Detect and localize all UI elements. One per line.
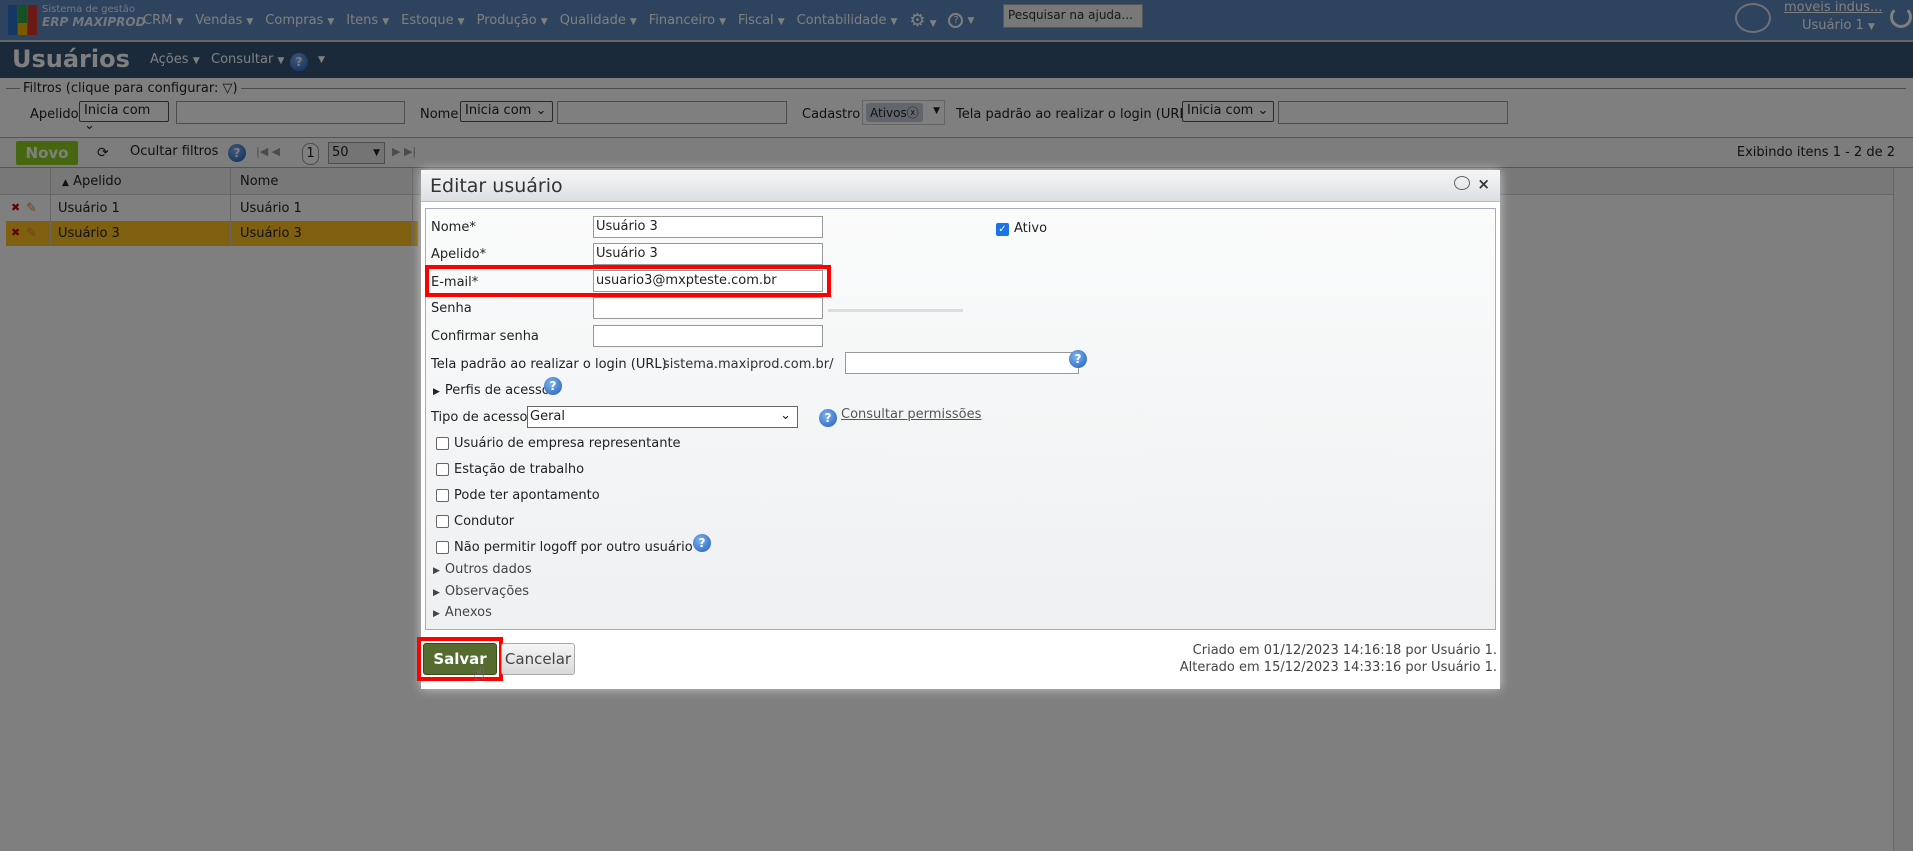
apelido-input[interactable]: Usuário 3: [593, 243, 823, 265]
caret-right-icon: ▶: [433, 387, 440, 397]
tipo-acesso-label: Tipo de acesso: [431, 410, 528, 425]
edit-user-dialog: Editar usuário × Nome* Usuário 3 Apelido…: [417, 170, 1500, 689]
section-label: Outros dados: [444, 562, 532, 577]
apelido-label: Apelido*: [431, 247, 487, 262]
section-observacoes[interactable]: ▶ Observações: [433, 584, 529, 599]
caret-right-icon: ▶: [433, 566, 440, 576]
checkbox-condutor[interactable]: [436, 515, 449, 528]
perfis-label: Perfis de acesso: [444, 383, 550, 398]
help-icon[interactable]: ?: [693, 534, 711, 552]
url-label: Tela padrão ao realizar o login (URL): [431, 357, 667, 372]
dialog-title: Editar usuário: [430, 175, 563, 197]
email-input[interactable]: usuario3@mxpteste.com.br: [593, 270, 823, 292]
perfis-toggle[interactable]: ▶ Perfis de acesso: [433, 383, 550, 398]
checkbox-nao-permitir-logoff[interactable]: [436, 541, 449, 554]
email-label: E-mail*: [431, 275, 479, 290]
save-button[interactable]: Salvar: [423, 643, 497, 675]
checkbox-apontamento[interactable]: [436, 489, 449, 502]
url-prefix: sistema.maxiprod.com.br/: [663, 357, 834, 372]
checkbox-label: Não permitir logoff por outro usuário: [454, 540, 693, 555]
nome-label: Nome*: [431, 220, 476, 235]
ativo-checkbox[interactable]: ✓: [996, 223, 1009, 236]
senha-input[interactable]: [593, 297, 823, 319]
help-icon[interactable]: ?: [1069, 350, 1087, 368]
caret-right-icon: ▶: [433, 609, 440, 619]
dialog-titlebar: Editar usuário ×: [421, 170, 1500, 202]
password-strength-bar: [828, 309, 963, 312]
caret-right-icon: ▶: [433, 588, 440, 598]
help-icon[interactable]: ?: [819, 409, 837, 427]
checkbox-label: Estação de trabalho: [454, 462, 585, 477]
url-input[interactable]: [845, 352, 1079, 374]
chevron-down-icon: ⌄: [780, 408, 791, 423]
checkbox-estacao[interactable]: [436, 463, 449, 476]
confirmar-senha-label: Confirmar senha: [431, 329, 539, 344]
consultar-permissoes-link[interactable]: Consultar permissões: [841, 407, 981, 422]
section-anexos[interactable]: ▶ Anexos: [433, 605, 492, 620]
section-label: Observações: [444, 584, 530, 599]
section-label: Anexos: [444, 605, 492, 620]
help-icon[interactable]: ?: [544, 377, 562, 395]
section-outros-dados[interactable]: ▶ Outros dados: [433, 562, 532, 577]
checkbox-label: Pode ter apontamento: [454, 488, 600, 503]
modified-info: Alterado em 15/12/2023 14:33:16 por Usuá…: [1179, 660, 1497, 675]
close-icon[interactable]: ×: [1477, 175, 1490, 193]
checkbox-representante[interactable]: [436, 437, 449, 450]
senha-label: Senha: [431, 301, 472, 316]
checkbox-label: Condutor: [454, 514, 515, 529]
tipo-acesso-value: Geral: [530, 409, 565, 424]
tipo-acesso-select[interactable]: Geral ⌄: [527, 406, 798, 428]
nome-input[interactable]: Usuário 3: [593, 216, 823, 238]
checkbox-label: Usuário de empresa representante: [454, 436, 681, 451]
confirmar-senha-input[interactable]: [593, 325, 823, 347]
comment-icon[interactable]: [1454, 176, 1470, 190]
cancel-button[interactable]: Cancelar: [501, 643, 575, 675]
created-info: Criado em 01/12/2023 14:16:18 por Usuári…: [1192, 643, 1497, 658]
ativo-label: Ativo: [1014, 221, 1048, 236]
hand-cursor-icon: ☝: [473, 662, 486, 686]
